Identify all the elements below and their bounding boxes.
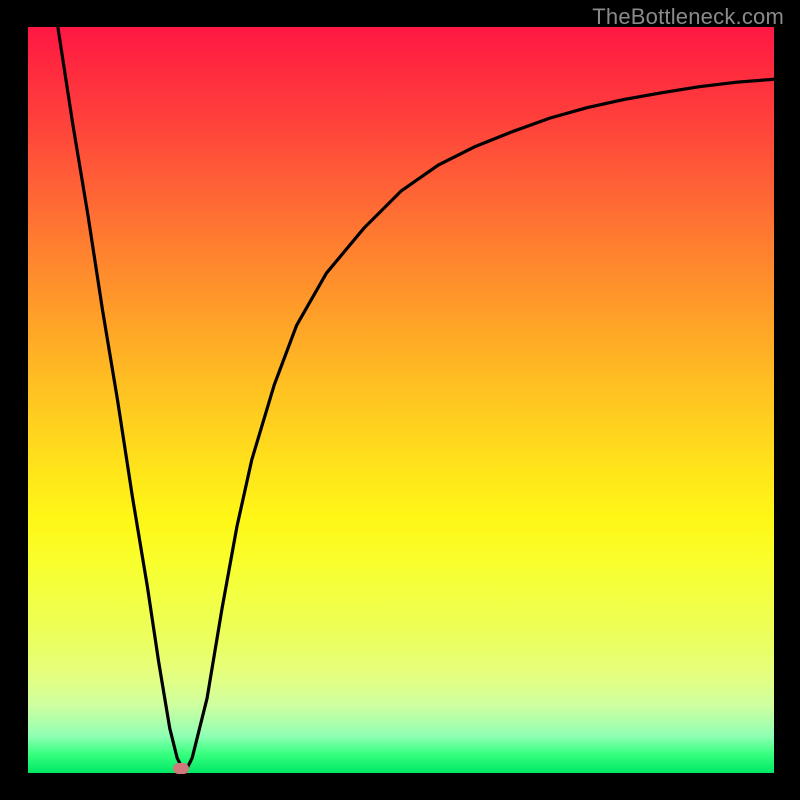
bottleneck-curve (28, 27, 774, 773)
optimum-marker (173, 763, 189, 774)
plot-area (28, 27, 774, 773)
chart-frame: TheBottleneck.com (0, 0, 800, 800)
watermark-text: TheBottleneck.com (592, 4, 784, 30)
